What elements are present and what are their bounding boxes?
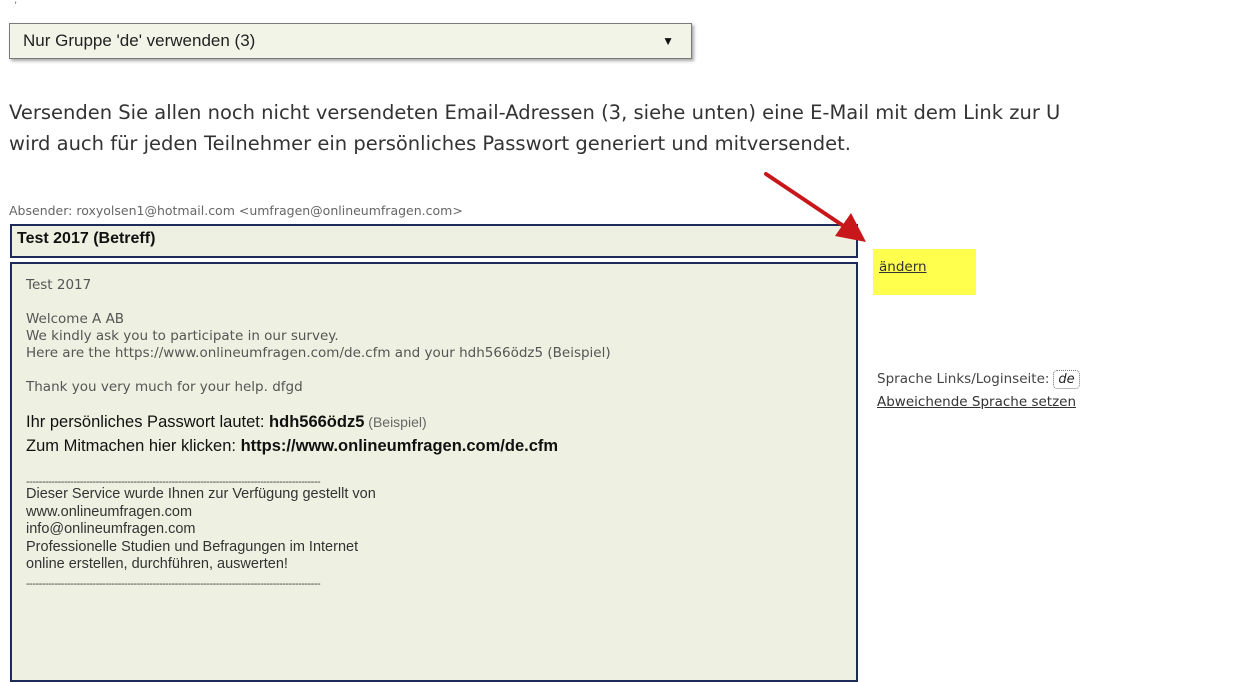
divider-top: ----------------------------------------… xyxy=(26,476,321,488)
password-example: (Beispiel) xyxy=(364,414,427,430)
divider-bottom: ----------------------------------------… xyxy=(26,577,321,590)
language-badge: de xyxy=(1053,370,1080,389)
subject-field[interactable]: Test 2017 (Betreff) xyxy=(10,224,858,258)
email-thanks: Thank you very much for your help. dfgd xyxy=(26,379,303,395)
dropdown-arrow-icon: ▼ xyxy=(662,34,674,48)
footer-line-4: Professionelle Studien und Befragungen i… xyxy=(26,538,359,555)
sender-line: Absender: roxyolsen1@hotmail.com <umfrag… xyxy=(9,203,463,218)
password-line: Ihr persönliches Passwort lautet: hdh566… xyxy=(26,410,856,434)
language-label: Sprache Links/Loginseite: xyxy=(877,371,1050,387)
footer-line-3: info@onlineumfragen.com xyxy=(26,521,196,537)
email-title: Test 2017 xyxy=(26,277,92,293)
intro-line-1: Versenden Sie allen noch nicht versendet… xyxy=(9,101,1061,124)
email-welcome: Welcome A AB xyxy=(26,311,125,327)
group-select-value: Nur Gruppe 'de' verwenden (3) xyxy=(23,31,256,50)
group-select[interactable]: Nur Gruppe 'de' verwenden (3) ▼ xyxy=(9,23,692,59)
set-language-link[interactable]: Abweichende Sprache setzen xyxy=(877,394,1076,410)
email-here: Here are the https://www.onlineumfragen.… xyxy=(26,345,611,361)
intro-line-2: wird auch für jeden Teilnehmer ein persö… xyxy=(9,132,851,155)
change-link[interactable]: ändern xyxy=(879,259,927,275)
participate-label: Zum Mitmachen hier klicken: xyxy=(26,437,241,455)
language-setting: Sprache Links/Loginseite: de xyxy=(877,370,1080,389)
intro-text: Versenden Sie allen noch nicht versendet… xyxy=(9,97,1256,159)
change-link-highlight: ändern xyxy=(873,249,976,295)
email-body-field[interactable]: Test 2017 Welcome A AB We kindly ask you… xyxy=(10,262,858,682)
footer-line-1: Dieser Service wurde Ihnen zur Verfügung… xyxy=(26,486,376,502)
password-label: Ihr persönliches Passwort lautet: xyxy=(26,413,270,431)
cut-off-text: , , xyxy=(14,0,594,6)
password-value: hdh566ödz5 xyxy=(269,413,365,431)
email-ask: We kindly ask you to participate in our … xyxy=(26,328,339,344)
participate-line: Zum Mitmachen hier klicken: https://www.… xyxy=(26,434,856,458)
footer-line-5: online erstellen, durchführen, auswerten… xyxy=(26,556,288,572)
participate-url: https://www.onlineumfragen.com/de.cfm xyxy=(240,437,559,455)
footer-line-2: www.onlineumfragen.com xyxy=(26,503,193,520)
